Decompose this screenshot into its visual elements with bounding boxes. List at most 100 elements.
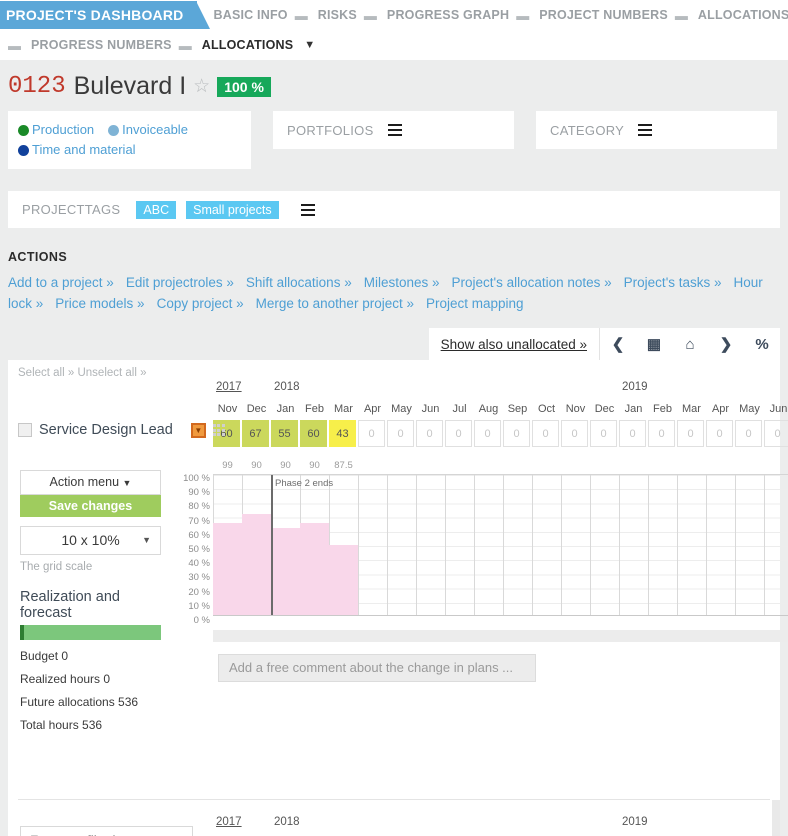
month-label: Dec xyxy=(594,403,615,415)
home-icon[interactable]: ⌂ xyxy=(672,336,708,353)
nav-item-basic-info[interactable]: BASIC INFO xyxy=(213,8,287,22)
allocation-cell[interactable]: 0 xyxy=(503,420,530,447)
allocation-cell[interactable]: 0 xyxy=(619,420,646,447)
year-header-row: 2017 2018 2019 xyxy=(213,381,780,398)
nav-item-progress-graph[interactable]: PROGRESS GRAPH xyxy=(387,8,509,22)
month-label: Dec xyxy=(246,403,267,415)
month-label: Jun xyxy=(421,403,440,415)
tag-chip-abc[interactable]: ABC xyxy=(136,200,177,219)
chart-bar xyxy=(300,522,329,615)
allocation-cell[interactable]: 55 xyxy=(271,420,298,447)
allocation-cell[interactable]: 0 xyxy=(474,420,501,447)
allocation-cell[interactable]: 0 xyxy=(590,420,617,447)
allocation-cell[interactable]: 0 xyxy=(416,420,443,447)
role-name: Service Design Lead xyxy=(39,422,173,438)
legend-item-invoiceable: Invoiceable xyxy=(108,120,188,140)
category-selector[interactable]: CATEGORY xyxy=(536,111,777,149)
action-shift-allocations[interactable]: Shift allocations » xyxy=(246,275,352,290)
menu-icon[interactable] xyxy=(300,201,315,219)
allocation-cell[interactable]: 0 xyxy=(706,420,733,447)
menu-icon[interactable] xyxy=(387,121,402,139)
portfolios-selector[interactable]: PORTFOLIOS xyxy=(273,111,514,149)
nav-dash-icon: ▬ xyxy=(516,7,530,23)
allocation-cell[interactable]: 60 xyxy=(300,420,327,447)
nav-item-allocations-graph[interactable]: ALLOCATIONS GRAPH xyxy=(698,8,788,22)
allocation-cell[interactable]: 0 xyxy=(648,420,675,447)
allocation-cell[interactable]: 0 xyxy=(445,420,472,447)
chevron-right-icon[interactable]: ❯ xyxy=(708,335,744,353)
legend-label: Time and material xyxy=(32,142,136,157)
year-label: 2019 xyxy=(622,381,648,393)
chart-annotation: Phase 2 ends xyxy=(275,478,334,489)
calendar-icon[interactable]: ▦ xyxy=(636,335,672,353)
grid-scale-select[interactable]: 10 x 10% ▼ xyxy=(20,526,161,555)
role-dropdown-icon[interactable]: ▼ xyxy=(190,422,206,438)
action-add-to-a-project[interactable]: Add to a project » xyxy=(8,275,114,290)
action-edit-projectroles[interactable]: Edit projectroles » xyxy=(126,275,234,290)
stat-budget: Budget 0 xyxy=(20,649,69,663)
action-milestones[interactable]: Milestones » xyxy=(364,275,440,290)
action-projects-tasks[interactable]: Project's tasks » xyxy=(624,275,722,290)
role-checkbox[interactable] xyxy=(18,423,32,437)
allocation-cell[interactable]: 0 xyxy=(677,420,704,447)
action-price-models[interactable]: Price models » xyxy=(55,296,144,311)
capacity-label: 90 xyxy=(309,460,320,471)
change-comment-input[interactable]: Add a free comment about the change in p… xyxy=(218,654,536,683)
role-label-row: Service Design Lead ▼ xyxy=(18,422,225,438)
brand-tag[interactable]: PROJECT'S DASHBOARD xyxy=(0,1,212,29)
legend-item-production: Production xyxy=(18,120,94,140)
free-text-filter-input[interactable]: Free text filtering xyxy=(20,826,193,836)
menu-icon[interactable] xyxy=(638,121,653,139)
role-allocation-row: 60 67 55 60 43 0 0 0 0 0 0 0 0 0 0 0 0 0 0 0 xyxy=(213,420,788,450)
month-label: Jul xyxy=(452,403,467,415)
chart-y-axis: 100 % 90 % 80 % 70 % 60 % 50 % 40 % 30 % 20 % 10 … xyxy=(183,473,213,630)
nav-dash-icon: ▬ xyxy=(363,7,377,23)
actions-links: Add to a project » Edit projectroles » Shi… xyxy=(8,272,780,314)
vertical-scrollbar[interactable] xyxy=(772,800,780,836)
month-header-row: Nov Dec Jan Feb Mar Apr May Jun Jul Aug Sep Oct Nov D… xyxy=(213,398,788,420)
nav-dash-icon: ▬ xyxy=(178,37,192,53)
phase-marker-line xyxy=(271,475,273,615)
legend-box: Production Invoiceable Time and material xyxy=(8,111,251,169)
action-merge-to-another-project[interactable]: Merge to another project » xyxy=(256,296,414,311)
action-project-mapping[interactable]: Project mapping xyxy=(426,296,524,311)
nav-item-project-numbers[interactable]: PROJECT NUMBERS xyxy=(539,8,668,22)
unselect-all-link[interactable]: Unselect all » xyxy=(77,367,146,379)
allocation-cell[interactable]: 0 xyxy=(561,420,588,447)
allocation-cell[interactable]: 0 xyxy=(387,420,414,447)
year-label: 2017 xyxy=(216,381,242,393)
role-grid-icon[interactable] xyxy=(212,424,225,436)
legend-line-2: Time and material xyxy=(18,140,241,160)
chart-capacity-labels: 99 90 90 90 87.5 xyxy=(183,460,788,474)
chart-bar xyxy=(213,522,242,615)
show-also-unallocated-link[interactable]: Show also unallocated » xyxy=(441,337,587,352)
chevron-down-icon: ▼ xyxy=(142,535,151,545)
allocation-cell[interactable]: 0 xyxy=(735,420,762,447)
chevron-down-icon[interactable]: ▼ xyxy=(304,39,315,51)
y-tick-label: 60 % xyxy=(188,529,210,541)
nav-item-allocations[interactable]: ALLOCATIONS xyxy=(202,38,294,52)
allocation-cell[interactable]: 0 xyxy=(532,420,559,447)
year-label: 2017 xyxy=(216,816,242,828)
nav-item-risks[interactable]: RISKS xyxy=(318,8,357,22)
allocation-cell[interactable]: 67 xyxy=(242,420,269,447)
allocation-cell[interactable]: 43 xyxy=(329,420,356,447)
month-label: Apr xyxy=(711,403,730,415)
realization-title: Realization and forecast xyxy=(20,589,120,621)
chevron-left-icon[interactable]: ❮ xyxy=(600,335,636,353)
actions-section: ACTIONS Add to a project » Edit projectro… xyxy=(0,228,788,314)
select-all-link[interactable]: Select all » xyxy=(18,367,74,379)
month-label: Apr xyxy=(363,403,382,415)
allocation-cell[interactable]: 0 xyxy=(358,420,385,447)
action-copy-project[interactable]: Copy project » xyxy=(157,296,244,311)
action-menu-button[interactable]: Action menu ▼ xyxy=(20,470,161,495)
legend-item-time-and-material: Time and material xyxy=(18,140,136,160)
nav-dash-icon: ▬ xyxy=(674,7,688,23)
save-changes-button[interactable]: Save changes xyxy=(20,495,161,517)
nav-item-progress-numbers[interactable]: PROGRESS NUMBERS xyxy=(31,38,172,52)
percent-icon[interactable]: % xyxy=(744,336,780,353)
tag-chip-small-projects[interactable]: Small projects xyxy=(186,200,279,219)
favorite-star-icon[interactable]: ☆ xyxy=(193,75,210,98)
action-allocation-notes[interactable]: Project's allocation notes » xyxy=(452,275,612,290)
allocation-cell[interactable]: 0 xyxy=(764,420,788,447)
